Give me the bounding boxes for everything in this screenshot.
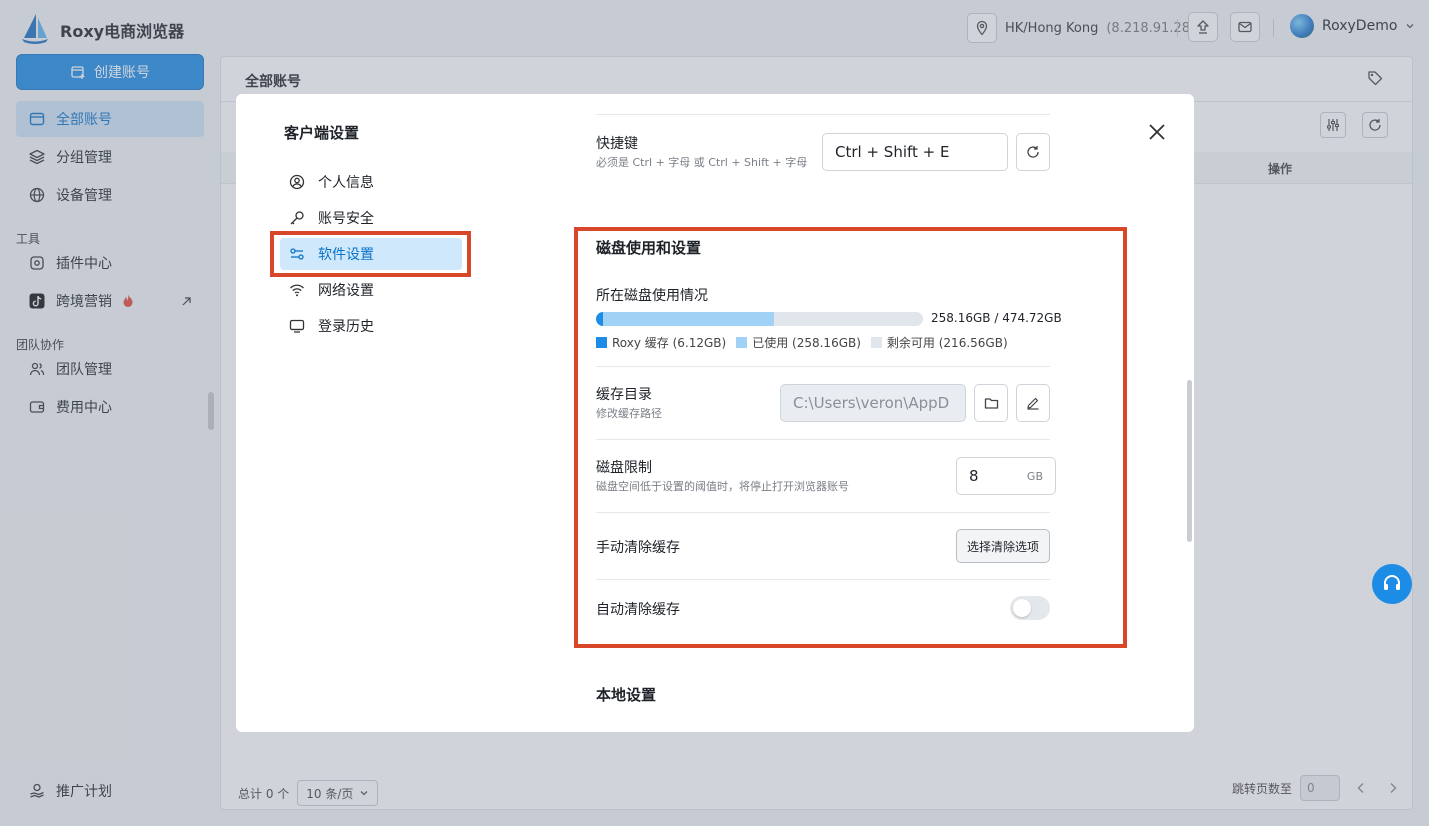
modal-nav-security[interactable]: 账号安全: [280, 202, 462, 234]
support-button[interactable]: [1372, 564, 1412, 604]
shortcut-label: 快捷键: [596, 136, 638, 152]
highlight-box-disk-settings: [574, 227, 1127, 648]
key-icon: [288, 209, 306, 227]
local-section-title: 本地设置: [596, 686, 657, 704]
reset-shortcut-button[interactable]: [1016, 133, 1050, 171]
modal-nav-label: 网络设置: [318, 283, 374, 299]
modal-nav-profile[interactable]: 个人信息: [280, 166, 462, 198]
user-circle-icon: [288, 173, 306, 191]
wifi-icon: [288, 281, 306, 299]
close-icon: [1149, 124, 1165, 140]
shortcut-input[interactable]: Ctrl + Shift + E: [822, 133, 1008, 171]
modal-scrollbar[interactable]: [1187, 380, 1192, 542]
highlight-box-software-settings: [270, 231, 471, 277]
monitor-icon: [288, 317, 306, 335]
modal-nav-login-history[interactable]: 登录历史: [280, 310, 462, 342]
modal-nav-network[interactable]: 网络设置: [280, 274, 462, 306]
divider: [596, 114, 1050, 115]
modal-nav-label: 个人信息: [318, 175, 374, 191]
close-modal-button[interactable]: [1145, 120, 1169, 144]
modal-title: 客户端设置: [284, 124, 360, 142]
refresh-icon: [1027, 146, 1039, 158]
modal-nav-label: 账号安全: [318, 211, 374, 227]
shortcut-hint: 必须是 Ctrl + 字母 或 Ctrl + Shift + 字母: [596, 156, 808, 169]
modal-nav-label: 登录历史: [318, 319, 374, 335]
headset-icon: [1384, 575, 1400, 590]
